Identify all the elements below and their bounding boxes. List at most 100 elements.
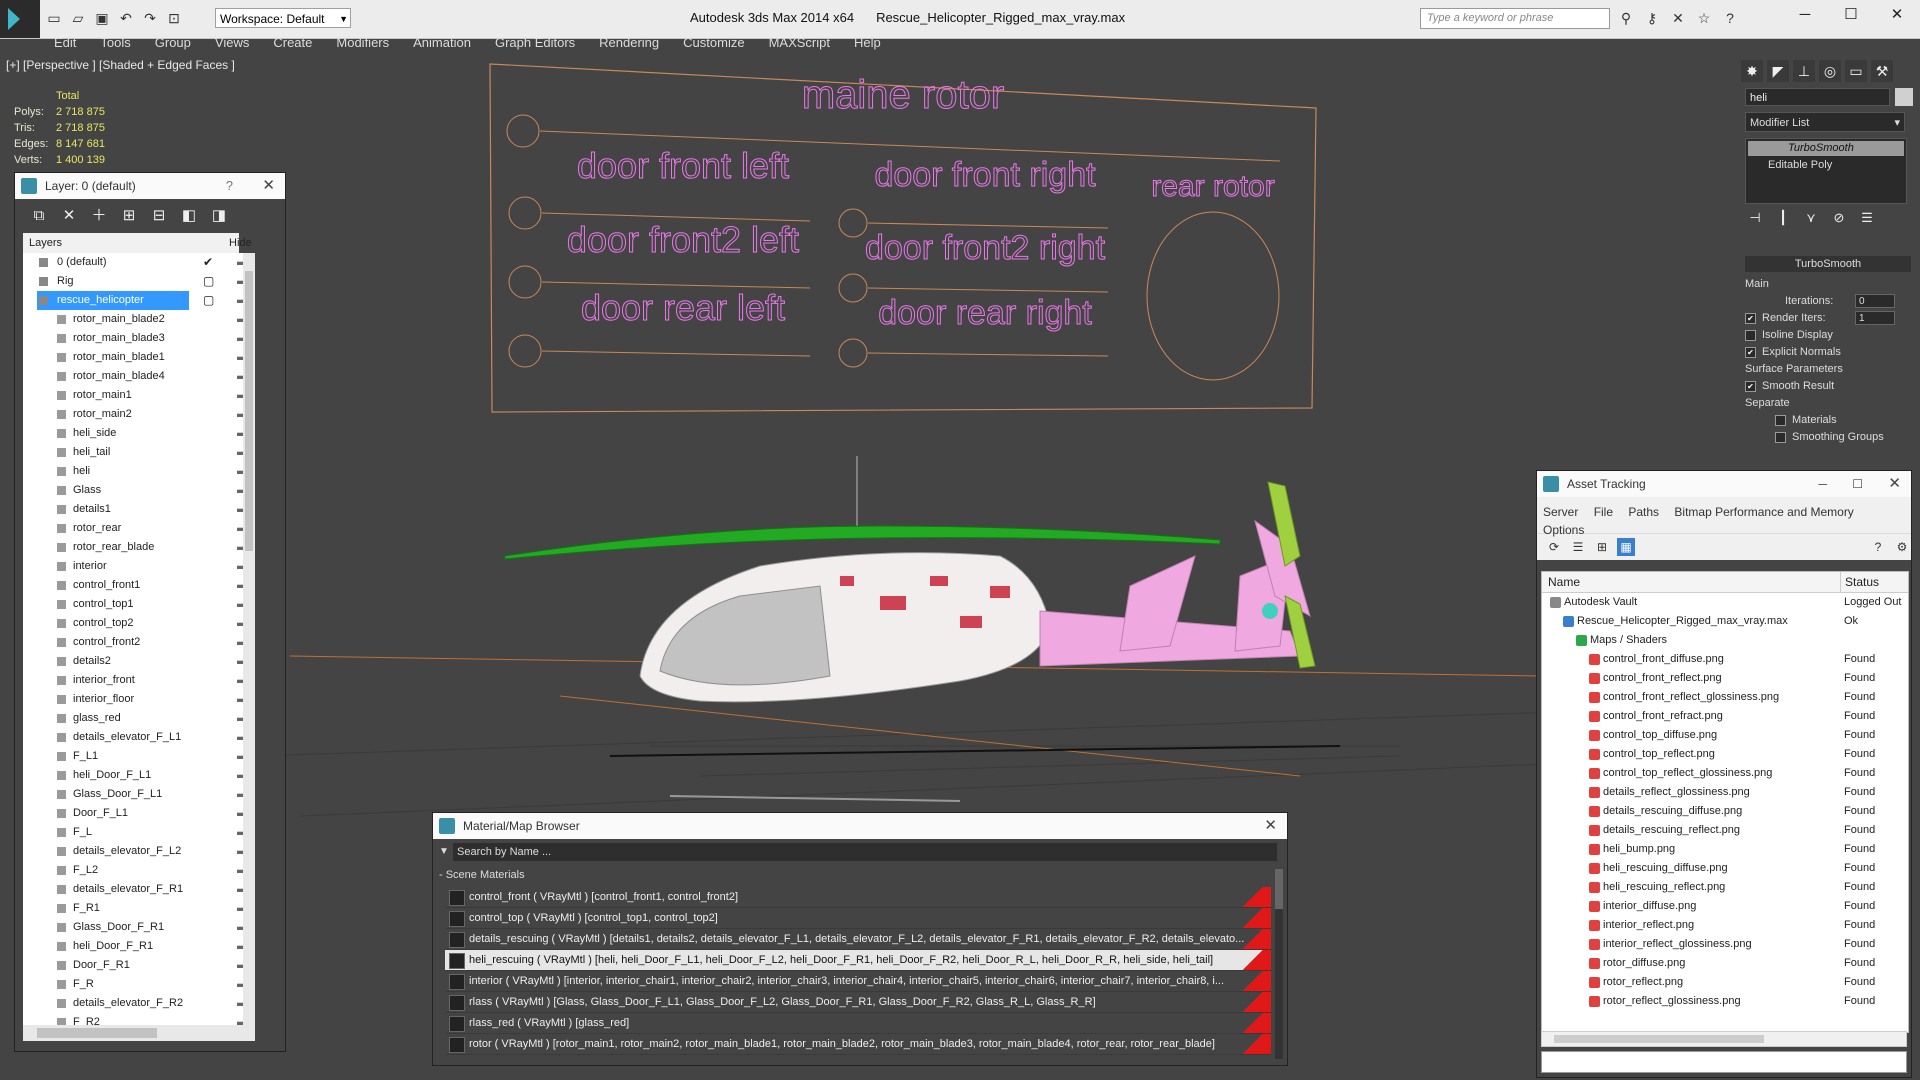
tree-view-icon[interactable]: ⊞ — [1593, 538, 1611, 556]
scroll-thumb[interactable] — [245, 271, 253, 551]
material-row[interactable]: rotor ( VRayMtl ) [rotor_main1, rotor_ma… — [445, 1034, 1271, 1055]
object-color-swatch[interactable] — [1895, 88, 1913, 106]
hierarchy-tab-icon[interactable]: ⊥ — [1793, 60, 1815, 82]
layer-tree[interactable]: 0 (default)✔▬Rig▢▬rescue_helicopter▢▬rot… — [23, 253, 255, 1025]
smooth-result-checkbox[interactable]: ✔ — [1745, 380, 1756, 392]
save-icon[interactable]: ▣ — [92, 8, 112, 28]
asset-row[interactable]: control_top_reflect.png Found — [1542, 745, 1908, 764]
menu-edit[interactable]: Edit — [42, 34, 88, 52]
show-end-result-icon[interactable]: ┃ — [1773, 210, 1793, 228]
layer-explorer-titlebar[interactable]: Layer: 0 (default) ? ✕ — [15, 173, 285, 199]
materials-checkbox[interactable] — [1775, 414, 1786, 426]
menu-modifiers[interactable]: Modifiers — [324, 34, 401, 52]
menu-create[interactable]: Create — [261, 34, 324, 52]
asset-row[interactable]: interior_reflect.png Found — [1542, 916, 1908, 935]
horizontal-scrollbar[interactable] — [1541, 1031, 1907, 1047]
pin-stack-icon[interactable]: ⊣ — [1745, 210, 1765, 228]
menu-help[interactable]: Help — [842, 34, 893, 52]
rig-control-panel[interactable]: maine rotor door front left door front2 … — [489, 63, 1317, 413]
material-row[interactable]: rlass ( VRayMtl ) [Glass, Glass_Door_F_L… — [445, 992, 1271, 1013]
menu-views[interactable]: Views — [203, 34, 261, 52]
menu-customize[interactable]: Customize — [671, 34, 756, 52]
refresh-icon[interactable]: ⟳ — [1545, 538, 1563, 556]
asset-row[interactable]: Rescue_Helicopter_Rigged_max_vray.max Ok — [1542, 612, 1908, 631]
binoculars-icon[interactable]: ⚲ — [1616, 8, 1636, 28]
close-icon[interactable]: ✕ — [1264, 813, 1277, 839]
layer-object-row[interactable]: interior_floor▬ — [23, 690, 255, 709]
layer-object-row[interactable]: glass_red▬ — [23, 709, 255, 728]
asset-row[interactable]: interior_diffuse.png Found — [1542, 897, 1908, 916]
layer-object-row[interactable]: Door_F_L1▬ — [23, 804, 255, 823]
render-iters-spinner[interactable]: 1 — [1855, 311, 1895, 325]
asset-row[interactable]: control_top_reflect_glossiness.png Found — [1542, 764, 1908, 783]
material-browser-titlebar[interactable]: Material/Map Browser ✕ — [433, 813, 1287, 839]
asset-row[interactable]: Autodesk Vault Logged Out — [1542, 593, 1908, 612]
open-file-icon[interactable]: ▱ — [68, 8, 88, 28]
asset-row[interactable]: details_rescuing_reflect.png Found — [1542, 821, 1908, 840]
layer-object-row[interactable]: Glass_Door_F_L1▬ — [23, 785, 255, 804]
layer-object-row[interactable]: F_L1▬ — [23, 747, 255, 766]
layer-object-row[interactable]: control_front1▬ — [23, 576, 255, 595]
asset-table[interactable]: Name Status Autodesk Vault Logged Out Resc… — [1541, 571, 1909, 1033]
vertical-scrollbar[interactable] — [243, 253, 255, 1025]
layer-object-row[interactable]: interior_front▬ — [23, 671, 255, 690]
hide-toggle[interactable]: ▢ — [203, 272, 217, 291]
layer-object-row[interactable]: heli▬ — [23, 462, 255, 481]
main-rotor-handle[interactable] — [506, 114, 540, 148]
layer-object-row[interactable]: details_elevator_F_L2▬ — [23, 842, 255, 861]
modifier-stack[interactable]: TurboSmooth Editable Poly — [1745, 138, 1907, 204]
horizontal-scrollbar[interactable] — [23, 1025, 255, 1041]
communication-icon[interactable]: ✕ — [1668, 8, 1688, 28]
scroll-thumb[interactable] — [37, 1028, 157, 1038]
door-front2-right-handle[interactable] — [838, 273, 868, 303]
menu-options[interactable]: Options — [1543, 523, 1584, 537]
subscription-icon[interactable]: ⚷ — [1642, 8, 1662, 28]
layer-object-row[interactable]: details1▬ — [23, 500, 255, 519]
asset-row[interactable]: control_front_diffuse.png Found — [1542, 650, 1908, 669]
close-icon[interactable]: ✕ — [1888, 471, 1901, 497]
close-icon[interactable]: ✕ — [262, 173, 275, 199]
highlight-layer-icon[interactable]: ⊟ — [147, 205, 171, 227]
layer-object-row[interactable]: heli_Door_F_R1▬ — [23, 937, 255, 956]
layer-object-row[interactable]: rotor_rear_blade▬ — [23, 538, 255, 557]
asset-row[interactable]: control_front_refract.png Found — [1542, 707, 1908, 726]
menu-tools[interactable]: Tools — [88, 34, 142, 52]
layer-object-row[interactable]: rotor_main_blade1▬ — [23, 348, 255, 367]
stack-item-turbosmooth[interactable]: TurboSmooth — [1748, 141, 1904, 156]
door-front2-left-handle[interactable] — [508, 265, 542, 299]
material-row[interactable]: interior ( VRayMtl ) [interior, interior… — [445, 971, 1271, 992]
material-row[interactable]: heli_rescuing ( VRayMtl ) [heli, heli_Do… — [445, 950, 1271, 971]
menu-file[interactable]: File — [1594, 505, 1613, 519]
status-column-header[interactable]: Status — [1840, 572, 1879, 592]
maximize-icon[interactable]: ☐ — [1852, 471, 1863, 497]
material-row[interactable]: control_front ( VRayMtl ) [control_front… — [445, 887, 1271, 908]
isoline-checkbox[interactable] — [1745, 329, 1756, 341]
menu-graph-editors[interactable]: Graph Editors — [483, 34, 587, 52]
layer-object-row[interactable]: rotor_rear▬ — [23, 519, 255, 538]
list-view-icon[interactable]: ☰ — [1569, 538, 1587, 556]
create-tab-icon[interactable]: ✸ — [1741, 60, 1763, 82]
layer-object-row[interactable]: F_R2▬ — [23, 1013, 255, 1025]
new-file-icon[interactable]: ▭ — [44, 8, 64, 28]
rear-rotor-handle[interactable] — [1146, 211, 1280, 381]
asset-row[interactable]: details_rescuing_diffuse.png Found — [1542, 802, 1908, 821]
menu-maxscript[interactable]: MAXScript — [757, 34, 842, 52]
material-row[interactable]: details_rescuing ( VRayMtl ) [details1, … — [445, 929, 1271, 950]
undo-icon[interactable]: ↶ — [116, 8, 136, 28]
menu-bitmap-performance[interactable]: Bitmap Performance and Memory — [1674, 505, 1853, 519]
door-rear-right-handle[interactable] — [838, 338, 868, 368]
material-list[interactable]: control_front ( VRayMtl ) [control_front… — [445, 887, 1271, 1059]
asset-row[interactable]: control_front_reflect_glossiness.png Foun… — [1542, 688, 1908, 707]
layer-object-row[interactable]: heli_side▬ — [23, 424, 255, 443]
scroll-thumb[interactable] — [1275, 869, 1283, 909]
asset-row[interactable]: rotor_reflect.png Found — [1542, 973, 1908, 992]
door-rear-left-handle[interactable] — [508, 334, 542, 368]
layer-object-row[interactable]: F_L2▬ — [23, 861, 255, 880]
asset-row[interactable]: heli_rescuing_diffuse.png Found — [1542, 859, 1908, 878]
help-icon[interactable]: ? — [1720, 8, 1740, 28]
helicopter-model[interactable] — [504, 456, 1316, 871]
asset-row[interactable]: rotor_diffuse.png Found — [1542, 954, 1908, 973]
vertical-scrollbar[interactable] — [1275, 869, 1283, 1059]
layer-object-row[interactable]: control_top2▬ — [23, 614, 255, 633]
layer-object-row[interactable]: details_elevator_F_R1▬ — [23, 880, 255, 899]
